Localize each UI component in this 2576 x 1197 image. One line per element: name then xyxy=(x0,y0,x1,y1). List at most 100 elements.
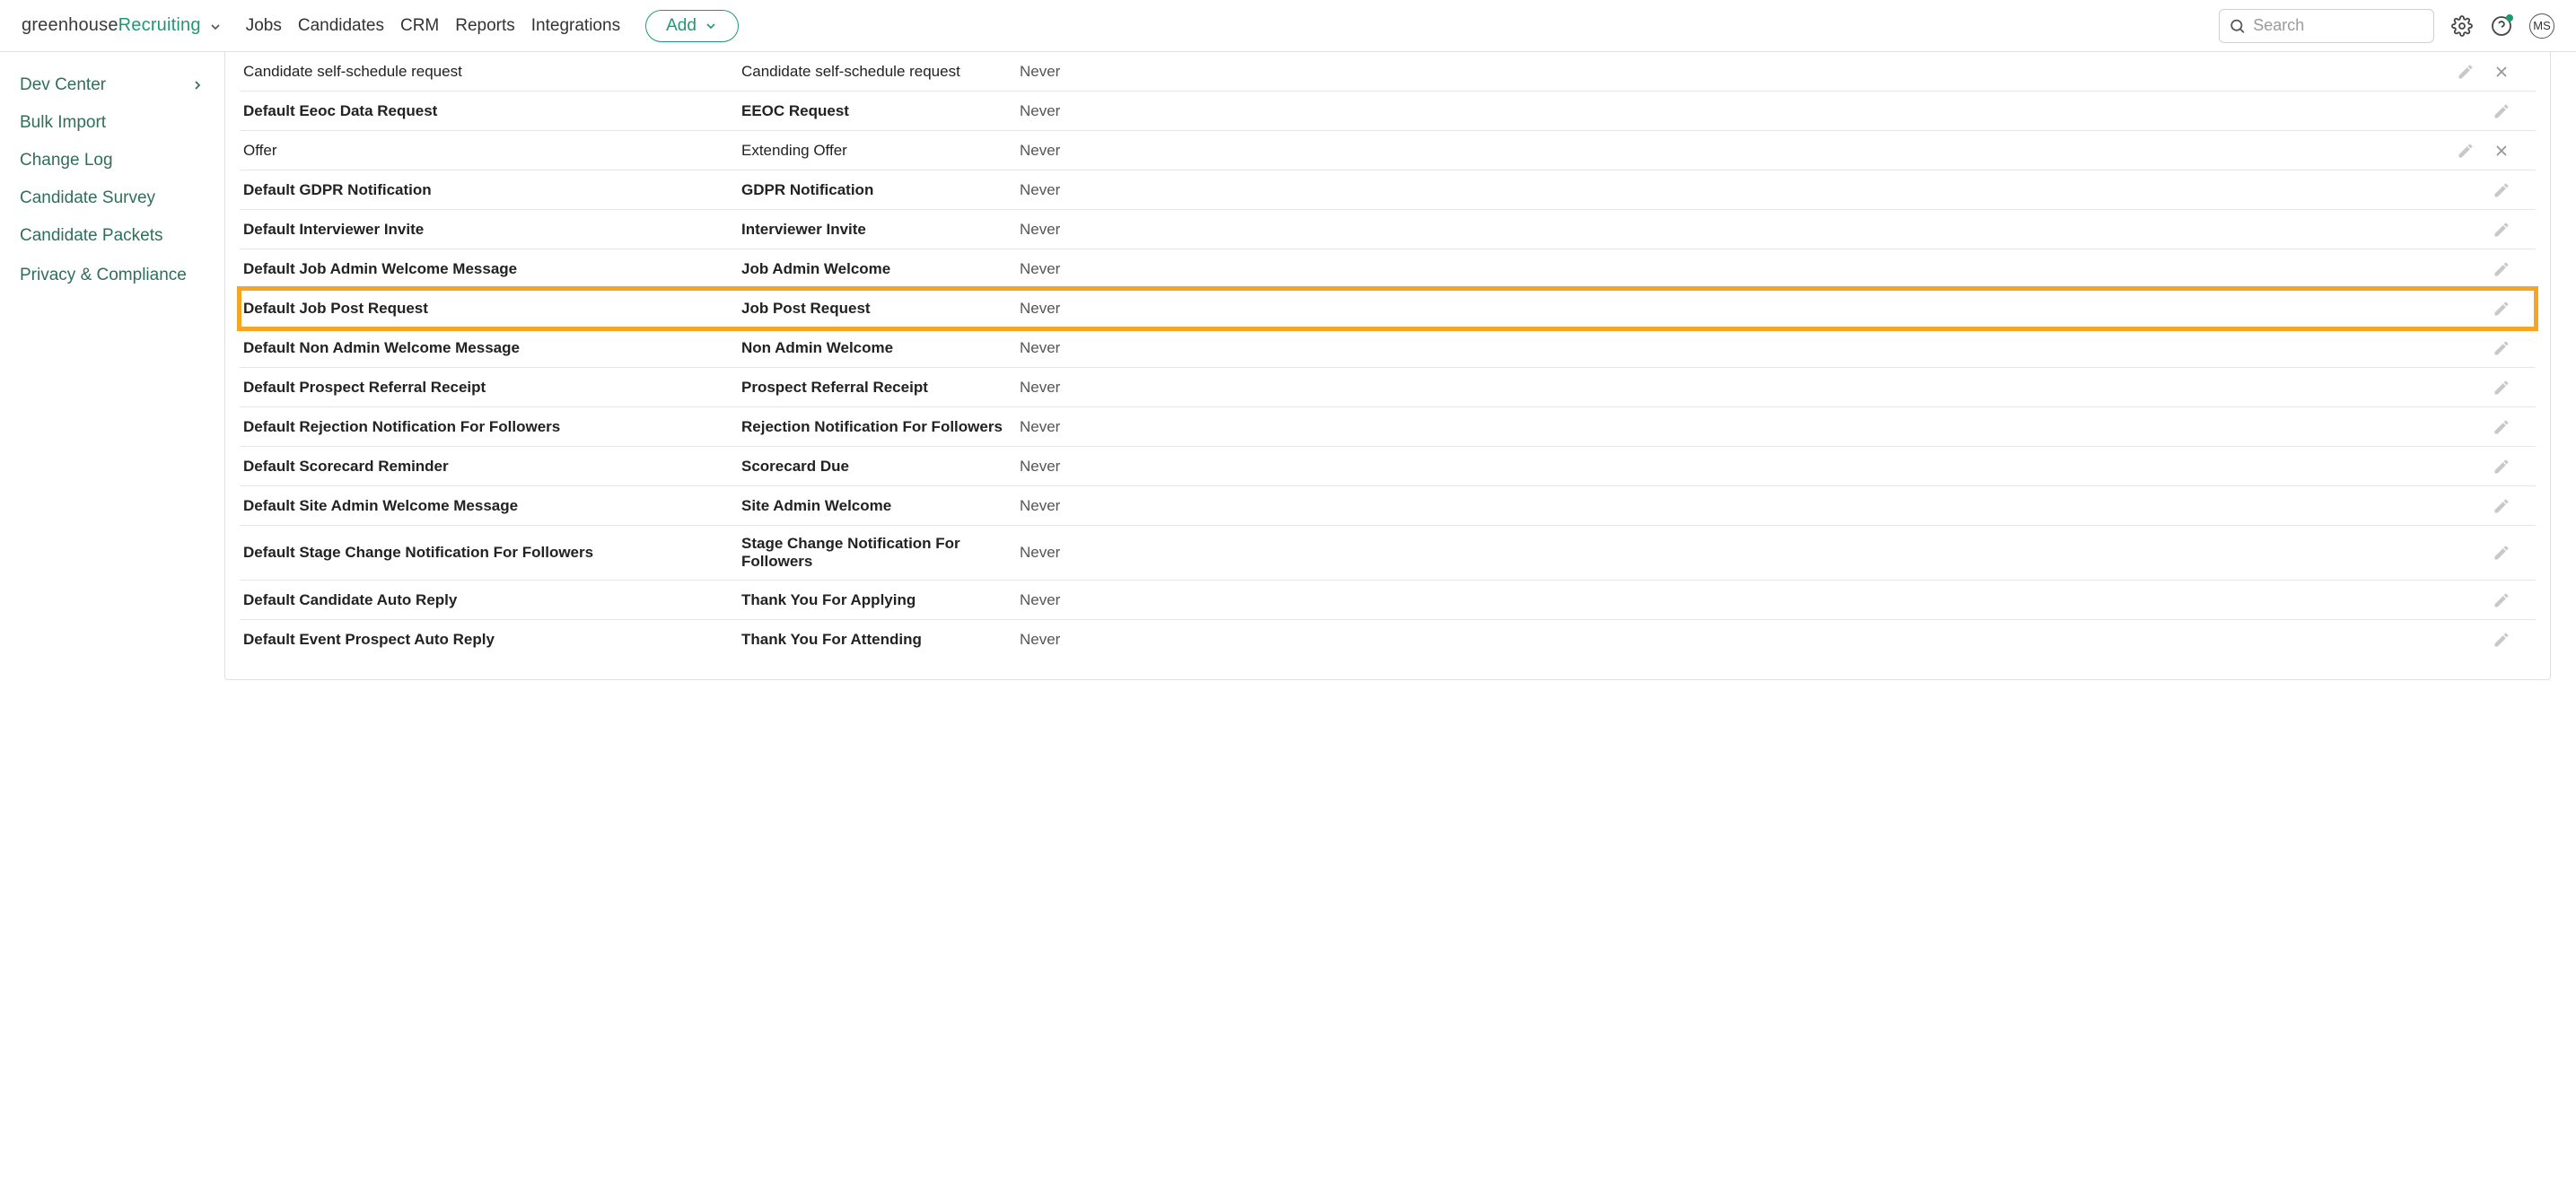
chevron-right-icon xyxy=(190,78,205,92)
main-nav: Jobs Candidates CRM Reports Integrations… xyxy=(246,10,739,42)
row-actions xyxy=(1226,339,2532,357)
template-name[interactable]: Default GDPR Notification xyxy=(243,181,741,199)
sidebar-item-privacy-compliance[interactable]: Privacy & Compliance xyxy=(0,255,224,297)
row-actions xyxy=(1226,260,2532,278)
sidebar-item-label: Candidate Packets xyxy=(20,226,163,246)
template-when: Never xyxy=(1020,458,1226,476)
nav-reports[interactable]: Reports xyxy=(455,16,515,36)
close-icon[interactable] xyxy=(2493,142,2510,160)
pencil-icon[interactable] xyxy=(2493,497,2510,515)
help-button[interactable] xyxy=(2490,14,2513,38)
table-row: Default Job Admin Welcome MessageJob Adm… xyxy=(240,249,2536,289)
pencil-icon[interactable] xyxy=(2493,181,2510,199)
table-row: Default Scorecard ReminderScorecard DueN… xyxy=(240,447,2536,486)
template-name[interactable]: Default Job Admin Welcome Message xyxy=(243,260,741,278)
nav-integrations[interactable]: Integrations xyxy=(531,16,620,36)
template-type: Thank You For Applying xyxy=(741,591,1020,609)
template-type: Non Admin Welcome xyxy=(741,339,1020,357)
template-type: Prospect Referral Receipt xyxy=(741,379,1020,397)
pencil-icon[interactable] xyxy=(2493,339,2510,357)
search-input[interactable] xyxy=(2253,16,2424,35)
template-name[interactable]: Default Site Admin Welcome Message xyxy=(243,497,741,515)
sidebar-item-label: Change Log xyxy=(20,151,113,170)
template-name[interactable]: Default Job Post Request xyxy=(243,300,741,318)
template-when: Never xyxy=(1020,379,1226,397)
sidebar-item-dev-center[interactable]: Dev Center xyxy=(0,66,224,104)
pencil-icon[interactable] xyxy=(2493,260,2510,278)
template-when: Never xyxy=(1020,102,1226,120)
chevron-down-icon xyxy=(208,20,221,32)
email-templates-panel: Candidate self-schedule requestCandidate… xyxy=(224,52,2551,680)
pencil-icon[interactable] xyxy=(2493,458,2510,476)
pencil-icon[interactable] xyxy=(2493,221,2510,239)
table-row: Candidate self-schedule requestCandidate… xyxy=(240,52,2536,92)
pencil-icon[interactable] xyxy=(2493,379,2510,397)
table-row: Default Prospect Referral ReceiptProspec… xyxy=(240,368,2536,407)
pencil-icon[interactable] xyxy=(2457,142,2475,160)
table-row: Default Eeoc Data RequestEEOC RequestNev… xyxy=(240,92,2536,131)
template-name[interactable]: Default Candidate Auto Reply xyxy=(243,591,741,609)
sidebar-item-candidate-survey[interactable]: Candidate Survey xyxy=(0,179,224,217)
template-type: Job Admin Welcome xyxy=(741,260,1020,278)
row-actions xyxy=(1226,102,2532,120)
template-when: Never xyxy=(1020,181,1226,199)
pencil-icon[interactable] xyxy=(2493,300,2510,318)
template-when: Never xyxy=(1020,142,1226,160)
row-actions xyxy=(1226,497,2532,515)
sidebar-item-change-log[interactable]: Change Log xyxy=(0,142,224,179)
template-when: Never xyxy=(1020,631,1226,649)
table-row: Default Site Admin Welcome MessageSite A… xyxy=(240,486,2536,526)
sidebar-item-candidate-packets[interactable]: Candidate Packets xyxy=(0,217,224,255)
close-icon[interactable] xyxy=(2493,63,2510,81)
search-box[interactable] xyxy=(2219,9,2434,43)
settings-button[interactable] xyxy=(2450,14,2474,38)
logo: greenhouseRecruiting xyxy=(22,15,201,36)
template-when: Never xyxy=(1020,544,1226,562)
template-name[interactable]: Default Interviewer Invite xyxy=(243,221,741,239)
pencil-icon[interactable] xyxy=(2493,631,2510,649)
template-type: Stage Change Notification For Followers xyxy=(741,535,1020,571)
row-actions xyxy=(1226,63,2532,81)
template-name[interactable]: Default Event Prospect Auto Reply xyxy=(243,631,741,649)
avatar-initials: MS xyxy=(2533,19,2551,32)
template-name[interactable]: Default Prospect Referral Receipt xyxy=(243,379,741,397)
template-name[interactable]: Candidate self-schedule request xyxy=(243,63,741,81)
template-type: EEOC Request xyxy=(741,102,1020,120)
nav-crm[interactable]: CRM xyxy=(400,16,439,36)
logo-dropdown[interactable]: greenhouseRecruiting xyxy=(22,15,221,36)
template-type: Candidate self-schedule request xyxy=(741,63,1020,81)
sidebar-item-bulk-import[interactable]: Bulk Import xyxy=(0,104,224,142)
add-button-label: Add xyxy=(666,16,697,36)
sidebar-item-label: Dev Center xyxy=(20,75,106,95)
table-row: Default Interviewer InviteInterviewer In… xyxy=(240,210,2536,249)
template-type: Rejection Notification For Followers xyxy=(741,418,1020,436)
chevron-down-icon xyxy=(704,19,718,33)
row-actions xyxy=(1226,591,2532,609)
template-when: Never xyxy=(1020,300,1226,318)
add-button[interactable]: Add xyxy=(645,10,739,42)
template-name[interactable]: Default Non Admin Welcome Message xyxy=(243,339,741,357)
nav-candidates[interactable]: Candidates xyxy=(298,16,384,36)
row-actions xyxy=(1226,181,2532,199)
row-actions xyxy=(1226,544,2532,562)
template-name[interactable]: Default Stage Change Notification For Fo… xyxy=(243,544,741,562)
table-row: Default Non Admin Welcome MessageNon Adm… xyxy=(240,328,2536,368)
row-actions xyxy=(1226,379,2532,397)
row-actions xyxy=(1226,300,2532,318)
template-when: Never xyxy=(1020,418,1226,436)
template-name[interactable]: Default Eeoc Data Request xyxy=(243,102,741,120)
avatar[interactable]: MS xyxy=(2529,13,2554,39)
pencil-icon[interactable] xyxy=(2493,591,2510,609)
template-when: Never xyxy=(1020,339,1226,357)
template-type: Job Post Request xyxy=(741,300,1020,318)
pencil-icon[interactable] xyxy=(2457,63,2475,81)
template-name[interactable]: Default Rejection Notification For Follo… xyxy=(243,418,741,436)
pencil-icon[interactable] xyxy=(2493,544,2510,562)
pencil-icon[interactable] xyxy=(2493,102,2510,120)
nav-jobs[interactable]: Jobs xyxy=(246,16,282,36)
search-icon xyxy=(2229,16,2246,36)
row-actions xyxy=(1226,142,2532,160)
template-name[interactable]: Default Scorecard Reminder xyxy=(243,458,741,476)
template-name[interactable]: Offer xyxy=(243,142,741,160)
pencil-icon[interactable] xyxy=(2493,418,2510,436)
